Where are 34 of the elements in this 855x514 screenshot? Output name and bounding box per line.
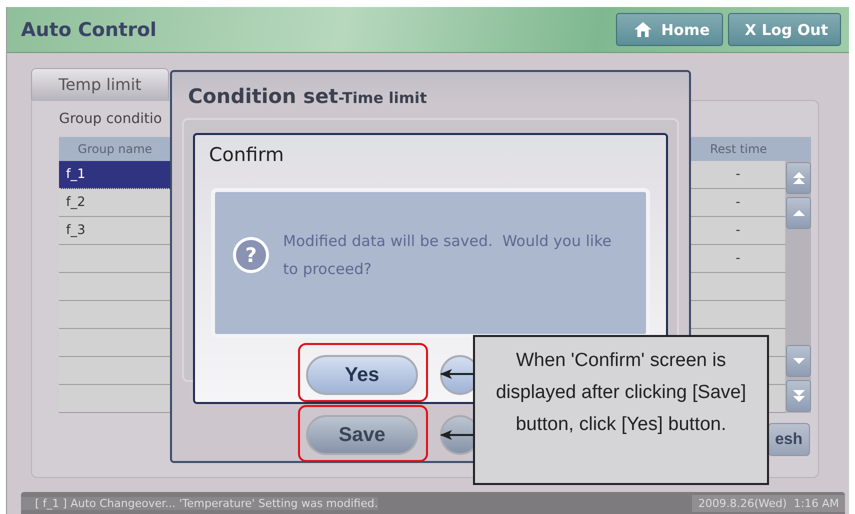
table-cell[interactable]: f_2 bbox=[59, 189, 171, 217]
table-cell: - bbox=[691, 217, 786, 245]
tab[interactable]: Temp limit bbox=[31, 68, 169, 100]
save-button[interactable]: Save bbox=[306, 415, 418, 455]
app-title: Auto Control bbox=[21, 18, 157, 40]
status-message: [ f_1 ] Auto Changeover... 'Temperature' Setting was modified. bbox=[21, 496, 378, 510]
logout-button[interactable]: X Log Out bbox=[728, 13, 841, 46]
question-icon: ? bbox=[233, 237, 269, 273]
home-button[interactable]: Home bbox=[616, 13, 723, 46]
scroll-up-button[interactable] bbox=[786, 197, 811, 229]
refresh-button[interactable]: esh bbox=[768, 423, 810, 456]
table-cell: - bbox=[691, 161, 786, 189]
dialog-title: Confirm bbox=[209, 144, 285, 168]
section-label: Group conditio bbox=[59, 111, 163, 129]
date-time: 2009.8.26(Wed) 1:16 AM bbox=[692, 494, 845, 512]
table-cell[interactable]: f_1 bbox=[59, 161, 171, 189]
scroll-bottom-button[interactable] bbox=[786, 380, 811, 412]
column-header bbox=[786, 137, 811, 161]
yes-button[interactable]: Yes bbox=[306, 355, 418, 395]
column-header: Group name bbox=[59, 137, 171, 161]
message-text: Modified data will be saved. Would you like to proceed? bbox=[283, 231, 612, 280]
column-header: Rest time bbox=[691, 137, 786, 161]
dialog-subtitle: -Time limit bbox=[338, 89, 427, 107]
scroll-top-button[interactable] bbox=[786, 162, 811, 194]
table-cell[interactable] bbox=[59, 245, 171, 273]
scroll-down-button[interactable] bbox=[786, 345, 811, 377]
dialog-title: Condition set bbox=[188, 84, 338, 108]
table-cell: - bbox=[691, 189, 786, 217]
arrow bbox=[440, 368, 474, 380]
callout-note: When 'Confirm' screen is displayed after clicking [Save] button, click [Yes] button. bbox=[473, 335, 769, 485]
home-icon bbox=[633, 21, 654, 38]
table-cell[interactable]: f_3 bbox=[59, 217, 171, 245]
arrow bbox=[440, 429, 474, 441]
table-cell: - bbox=[691, 245, 786, 273]
